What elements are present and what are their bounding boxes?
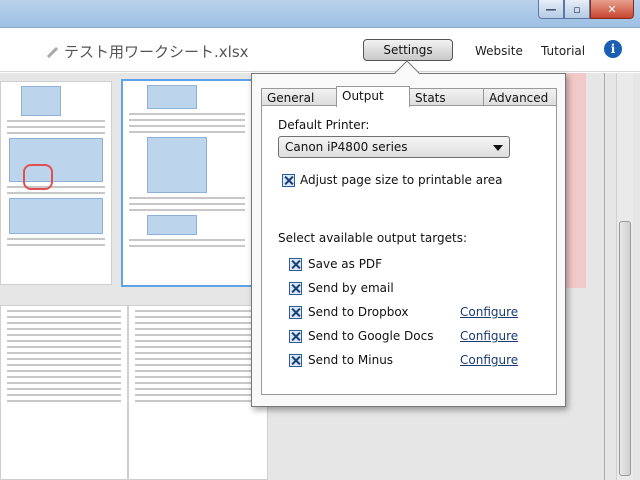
tab-stats[interactable]: Stats [409, 88, 484, 106]
save-pdf-checkbox[interactable] [289, 258, 302, 271]
configure-google-docs-link[interactable]: Configure [460, 329, 518, 343]
thumbnail-image [21, 86, 61, 116]
annotation-mark [23, 164, 53, 190]
default-printer-label: Default Printer: [278, 118, 370, 132]
send-dropbox-label: Send to Dropbox [308, 305, 409, 319]
panel-divider [604, 73, 605, 480]
send-google-docs-label: Send to Google Docs [308, 329, 434, 343]
maximize-button[interactable]: ▫ [564, 0, 590, 19]
file-title: テスト用ワークシート.xlsx [44, 41, 249, 62]
send-google-docs-checkbox[interactable] [289, 330, 302, 343]
configure-minus-link[interactable]: Configure [460, 353, 518, 367]
info-icon[interactable]: i [604, 40, 622, 58]
app-header: テスト用ワークシート.xlsx Settings Website Tutoria… [0, 28, 640, 72]
window-controls: — ▫ ✕ [538, 0, 634, 19]
vertical-scrollbar[interactable] [616, 73, 633, 480]
thumbnail-image [147, 137, 207, 193]
configure-dropbox-link[interactable]: Configure [460, 305, 518, 319]
settings-button[interactable]: Settings [363, 39, 453, 61]
adjust-page-checkbox[interactable] [282, 174, 295, 187]
thumbnail-image [147, 215, 197, 235]
output-tab-panel: Default Printer: Canon iP4800 series Adj… [261, 105, 557, 395]
targets-label: Select available output targets: [278, 231, 467, 245]
pencil-icon [44, 44, 60, 60]
settings-popup: General Output Stats Advanced Default Pr… [251, 73, 566, 407]
thumbnail-image [9, 198, 103, 234]
printer-select-value: Canon iP4800 series [285, 140, 408, 154]
tab-general[interactable]: General [261, 88, 337, 106]
tutorial-link[interactable]: Tutorial [541, 44, 585, 58]
send-email-checkbox[interactable] [289, 282, 302, 295]
settings-tabs: General Output Stats Advanced [261, 86, 557, 107]
minimize-button[interactable]: — [538, 0, 564, 19]
tab-output[interactable]: Output [336, 86, 410, 107]
dropdown-arrow-icon [493, 145, 503, 151]
scrollbar-thumb[interactable] [619, 221, 631, 476]
send-minus-checkbox[interactable] [289, 354, 302, 367]
file-name: テスト用ワークシート.xlsx [64, 43, 249, 61]
page-thumbnail[interactable] [128, 305, 268, 480]
send-minus-label: Send to Minus [308, 353, 394, 367]
thumbnail-image [147, 85, 197, 109]
page-thumbnail-selected[interactable] [121, 79, 253, 287]
page-thumbnail[interactable] [0, 305, 128, 480]
website-link[interactable]: Website [475, 44, 523, 58]
send-dropbox-checkbox[interactable] [289, 306, 302, 319]
printer-select[interactable]: Canon iP4800 series [278, 136, 510, 158]
send-email-label: Send by email [308, 281, 394, 295]
tab-advanced[interactable]: Advanced [483, 88, 557, 106]
adjust-page-label: Adjust page size to printable area [300, 173, 503, 187]
save-pdf-label: Save as PDF [308, 257, 383, 271]
window-titlebar: — ▫ ✕ [0, 0, 640, 28]
close-button[interactable]: ✕ [590, 0, 634, 19]
page-thumbnail[interactable] [0, 81, 112, 285]
